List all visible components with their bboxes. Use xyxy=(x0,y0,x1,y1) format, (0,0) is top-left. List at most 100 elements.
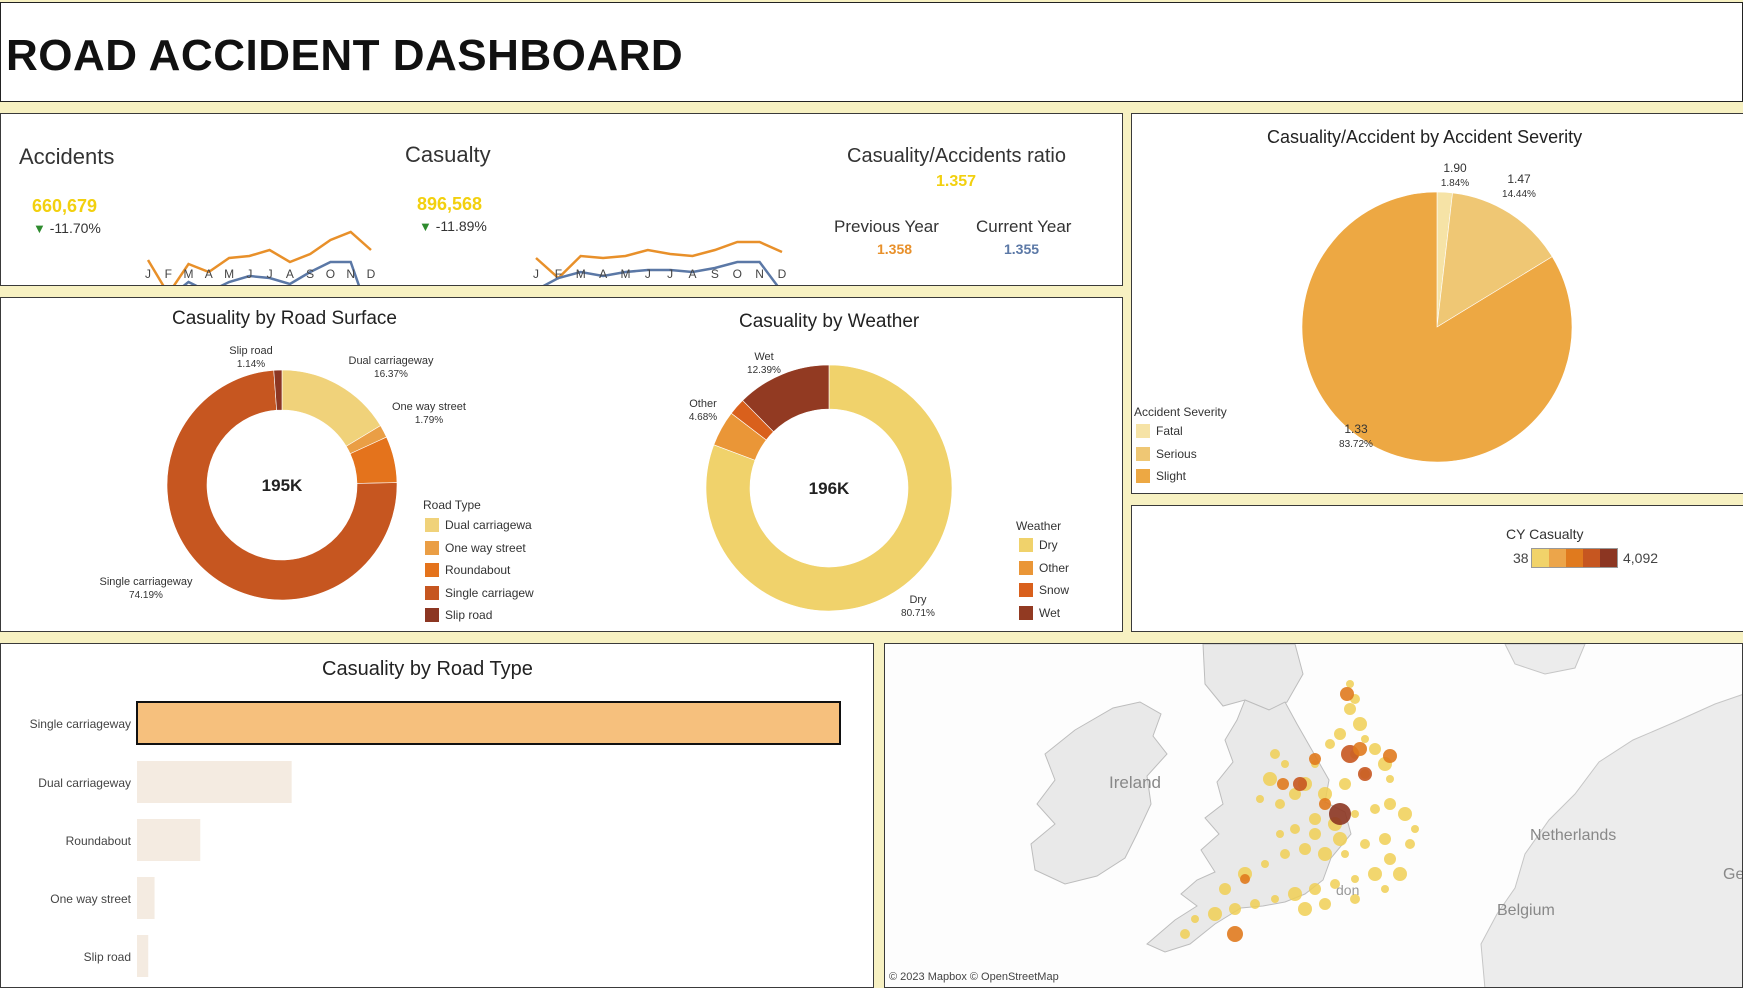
accident-point xyxy=(1353,742,1367,756)
accident-point xyxy=(1256,795,1264,803)
slice-pct-label: 1.79% xyxy=(415,415,443,426)
severity-pie: 1.90 1.84% 1.47 14.44% 1.33 83.72% xyxy=(1301,161,1573,463)
casualty-sparkline: JFMAMJJASOND xyxy=(533,240,787,285)
month-tick: M xyxy=(224,267,234,281)
legend-swatch xyxy=(425,608,439,622)
slice-pct-label: 83.72% xyxy=(1339,439,1373,450)
legend-item[interactable]: Snow xyxy=(1019,583,1069,597)
accident-point xyxy=(1351,810,1359,818)
accident-point xyxy=(1325,739,1335,749)
road-type-bars: Single carriageway Dual carriageway Rounda… xyxy=(30,701,841,977)
accident-point xyxy=(1353,717,1367,731)
down-triangle-icon: ▼ xyxy=(419,219,432,234)
month-tick: M xyxy=(620,267,630,281)
legend-label: Serious xyxy=(1156,446,1197,461)
legend-item[interactable]: Dual carriagewa xyxy=(425,518,532,532)
accident-point xyxy=(1341,850,1349,858)
accident-point xyxy=(1393,867,1407,881)
cy-casualty-max: 4,092 xyxy=(1623,550,1659,566)
color-ramp-step xyxy=(1583,549,1600,567)
legend-item[interactable]: Wet xyxy=(1019,605,1060,620)
map-label-germany: Ger xyxy=(1723,866,1742,883)
color-ramp-step xyxy=(1532,549,1549,567)
legend-swatch xyxy=(1136,446,1150,461)
legend-item[interactable]: Serious xyxy=(1136,446,1197,461)
casualty-change: ▼ -11.89% xyxy=(419,218,487,234)
accident-point xyxy=(1309,813,1321,825)
legend-item[interactable]: Slight xyxy=(1136,469,1186,483)
legend-label: Roundabout xyxy=(445,563,511,577)
title-panel: ROAD ACCIDENT DASHBOARD xyxy=(0,2,1743,102)
legend-label: Other xyxy=(1039,560,1070,575)
legend-swatch xyxy=(425,563,439,577)
month-tick: M xyxy=(184,267,194,281)
legend-label: One way street xyxy=(445,540,526,555)
accidents-sparkline: JFMAMJJASOND xyxy=(145,230,376,285)
legend-item[interactable]: Dry xyxy=(1019,538,1058,552)
legend-item[interactable]: Other xyxy=(1019,560,1070,575)
map-attribution[interactable]: © 2023 Mapbox © OpenStreetMap xyxy=(889,971,1059,983)
legend-swatch xyxy=(1019,605,1033,620)
month-tick: M xyxy=(576,267,586,281)
accident-point xyxy=(1240,874,1250,884)
accident-point xyxy=(1379,833,1391,845)
accident-point xyxy=(1361,735,1369,743)
casualty-value: 896,568 xyxy=(417,194,483,214)
slice-name-label: Dry xyxy=(909,594,927,606)
accident-point xyxy=(1309,753,1321,765)
legend-label: Snow xyxy=(1039,583,1070,597)
accident-point xyxy=(1360,839,1370,849)
color-ramp-step xyxy=(1566,549,1583,567)
month-tick: J xyxy=(267,267,273,281)
month-tick: A xyxy=(599,267,607,281)
bar-category-label: Single carriageway xyxy=(30,717,131,731)
accident-point xyxy=(1288,887,1302,901)
accident-point xyxy=(1334,728,1346,740)
month-tick: N xyxy=(346,267,355,281)
road-type-legend-title: Road Type xyxy=(423,498,481,512)
month-tick: S xyxy=(711,267,719,281)
bar-roundabout xyxy=(137,819,201,861)
bar-one-way-street xyxy=(137,877,155,919)
legend-swatch xyxy=(1136,424,1150,438)
sparkline-series-current xyxy=(542,260,779,285)
legend-item[interactable]: Single carriagew xyxy=(425,585,534,600)
casualty-label: Casualty xyxy=(405,142,491,167)
bar-category-label: Dual carriageway xyxy=(38,776,131,790)
map-label-netherlands: Netherlands xyxy=(1530,827,1617,844)
accident-point xyxy=(1298,902,1312,916)
casualty-change-text: -11.89% xyxy=(435,218,487,234)
accident-point xyxy=(1261,860,1269,868)
slice-pct-label: 12.39% xyxy=(747,365,781,376)
legend-item[interactable]: Fatal xyxy=(1136,424,1183,438)
month-tick: S xyxy=(306,267,314,281)
map-panel[interactable]: Ireland Netherlands Belgium Ger don © 20… xyxy=(884,643,1743,988)
color-ramp-step xyxy=(1549,549,1566,567)
month-tick: A xyxy=(286,267,294,281)
month-tick: A xyxy=(689,267,697,281)
month-tick: O xyxy=(326,267,335,281)
previous-year-label: Previous Year xyxy=(834,217,939,236)
accident-point xyxy=(1346,680,1354,688)
weather-legend-title: Weather xyxy=(1016,519,1062,533)
accident-point xyxy=(1358,767,1372,781)
map-label-belgium: Belgium xyxy=(1497,902,1555,919)
accident-point xyxy=(1369,743,1381,755)
legend-item[interactable]: Roundabout xyxy=(425,563,510,577)
accident-point xyxy=(1386,775,1394,783)
legend-item[interactable]: Slip road xyxy=(425,608,492,622)
legend-item[interactable]: One way street xyxy=(425,540,526,555)
legend-swatch xyxy=(1019,538,1033,552)
map-label-ireland: Ireland xyxy=(1109,773,1161,792)
slice-pct-label: 4.68% xyxy=(689,412,717,423)
donut-center-total: 196K xyxy=(809,479,850,498)
current-year-value: 1.355 xyxy=(1004,241,1040,257)
map-label-london: don xyxy=(1336,882,1360,898)
slice-pct-label: 1.84% xyxy=(1441,178,1469,189)
slice-name-label: Other xyxy=(689,398,717,410)
bar-category-label: Slip road xyxy=(84,950,131,964)
donut-center-total: 195K xyxy=(262,476,303,495)
uk-map[interactable] xyxy=(885,644,1743,988)
legend-swatch xyxy=(425,518,439,532)
sparkline-series-previous xyxy=(535,240,783,280)
